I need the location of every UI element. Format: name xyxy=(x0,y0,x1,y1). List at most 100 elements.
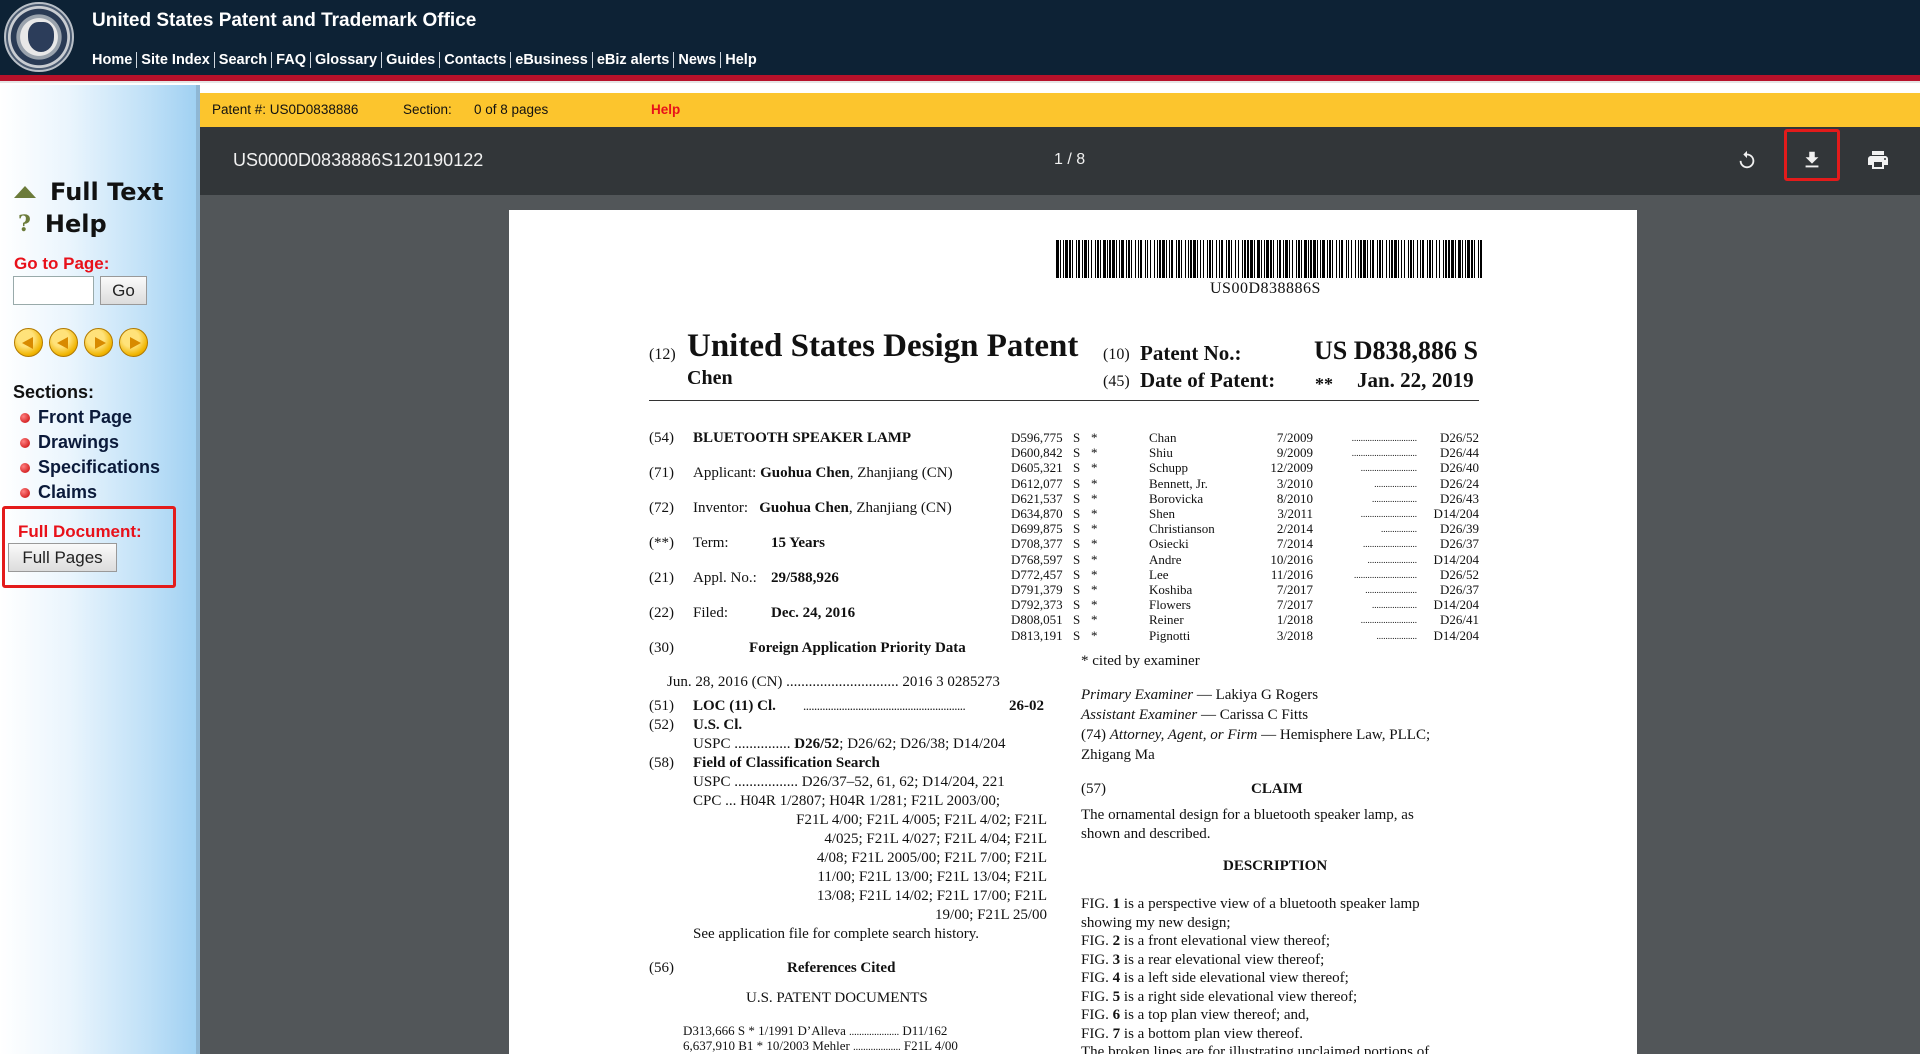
ref-class: D26/43 xyxy=(1440,490,1479,506)
patent-no-label: Patent No.: xyxy=(1140,341,1242,365)
ref-date: 1/2018 xyxy=(1276,612,1313,628)
ref-name: D’Alleva xyxy=(797,1023,846,1038)
nav-site-index[interactable]: Site Index xyxy=(141,52,215,68)
section-claims[interactable]: Claims xyxy=(20,480,160,505)
nav-search[interactable]: Search xyxy=(219,52,273,68)
last-page-arrow-icon[interactable] xyxy=(119,328,148,357)
ref-class: D26/44 xyxy=(1440,445,1479,461)
barcode-text: US00D838886S xyxy=(1210,280,1321,297)
ref-class: D14/204 xyxy=(1433,627,1480,643)
full-text-link[interactable]: Full Text xyxy=(14,178,164,206)
question-mark-icon: ? xyxy=(18,211,31,237)
uspto-seal-logo[interactable] xyxy=(4,2,74,72)
fig-prefix: The broken lines are for illustrating un… xyxy=(1081,1044,1430,1054)
page-counter: 1 / 8 xyxy=(1054,151,1086,168)
ref-kind: S xyxy=(1073,551,1081,567)
site-header: United States Patent and Trademark Offic… xyxy=(0,0,1920,75)
nav-glossary[interactable]: Glossary xyxy=(315,52,383,68)
nav-news[interactable]: News xyxy=(678,52,722,68)
inid-12: (12) xyxy=(649,346,676,363)
nav-ebusiness[interactable]: eBusiness xyxy=(515,52,593,68)
sidebar-help-label: Help xyxy=(44,210,107,238)
ref-date: 7/2017 xyxy=(1276,597,1313,613)
applicant-field: Applicant: Guohua Chen, Zhanjiang (CN) xyxy=(693,465,953,482)
nav-ebiz-alerts[interactable]: eBiz alerts xyxy=(597,52,675,68)
assistant-examiner-label: Assistant Examiner xyxy=(1081,707,1198,723)
section-drawings[interactable]: Drawings xyxy=(20,430,160,455)
ref-name: Reiner xyxy=(1149,612,1184,628)
fig-prefix: FIG. xyxy=(1081,1007,1113,1023)
section-specifications[interactable]: Specifications xyxy=(20,455,160,480)
ref-name: Shen xyxy=(1149,506,1175,521)
ref-number: D313,666 xyxy=(683,1023,735,1038)
ref-cited-mark: * xyxy=(1091,430,1098,445)
ref-dots: ......................... xyxy=(1360,615,1417,626)
previous-page-arrow-icon[interactable] xyxy=(49,328,78,357)
ref-dots: .................... xyxy=(1372,493,1417,504)
download-icon[interactable] xyxy=(1794,142,1830,178)
fig-prefix: FIG. xyxy=(1081,1025,1113,1042)
ref-dots: ......................... xyxy=(1360,509,1417,519)
patent-page: US00D838886S (12) United States Design P… xyxy=(509,210,1637,1054)
inventor-location: , Zhanjiang (CN) xyxy=(848,500,952,516)
ref-cited-mark: * xyxy=(1091,597,1098,613)
inid-71: (71) xyxy=(649,465,674,481)
ref-cited-mark: * xyxy=(756,1038,764,1053)
ref-cited-mark: * xyxy=(1091,612,1098,628)
ref-kind: S xyxy=(1073,536,1081,552)
date-stars: ** xyxy=(1315,374,1333,394)
appl-no-value: 29/588,926 xyxy=(771,570,839,586)
ref-date: 3/2011 xyxy=(1277,506,1313,521)
assistant-examiner-name: — Carissa C Fitts xyxy=(1197,707,1309,723)
ref-dots: .................... xyxy=(849,1027,900,1038)
print-icon[interactable] xyxy=(1860,142,1896,178)
term-label: Term: xyxy=(693,535,729,551)
ref-name: Chan xyxy=(1149,430,1177,445)
go-to-page-input[interactable] xyxy=(13,276,94,305)
inventor-label: Inventor: xyxy=(693,500,748,516)
fig-prefix: FIG. xyxy=(1081,970,1113,986)
ref-number: D612,077 xyxy=(1011,475,1063,491)
full-pages-button[interactable]: Full Pages xyxy=(8,543,117,572)
ref-name: Koshiba xyxy=(1149,582,1193,597)
fig-prefix: showing my new design; xyxy=(1081,914,1231,931)
ref-name: Shiu xyxy=(1149,445,1173,461)
nav-faq[interactable]: FAQ xyxy=(276,52,311,68)
loc-dots: ........................................… xyxy=(803,698,966,713)
ref-cited-mark: * xyxy=(1091,475,1098,491)
nav-guides[interactable]: Guides xyxy=(386,52,441,68)
applicant-name: Guohua Chen xyxy=(760,465,850,481)
attorney-value: — Hemisphere Law, PLLC; xyxy=(1257,727,1431,743)
figure-description-line: FIG. 2 is a front elevational view there… xyxy=(1081,933,1330,950)
ref-number: D621,537 xyxy=(1011,490,1063,506)
first-page-arrow-icon[interactable] xyxy=(14,328,43,357)
ref-date: 2/2014 xyxy=(1276,521,1313,537)
ref-number: D605,321 xyxy=(1011,460,1063,476)
rotate-icon[interactable] xyxy=(1729,142,1765,178)
field-search-title: Field of Classification Search xyxy=(693,755,880,771)
ref-number: D634,870 xyxy=(1011,506,1063,521)
ref-date: 7/2009 xyxy=(1276,430,1313,445)
nav-contacts[interactable]: Contacts xyxy=(444,52,512,68)
nav-help[interactable]: Help xyxy=(725,52,760,68)
field-search-line: 19/00; F21L 25/00 xyxy=(935,907,1047,923)
ref-name: Andre xyxy=(1149,551,1182,567)
go-button[interactable]: Go xyxy=(100,276,147,305)
ref-class: D26/24 xyxy=(1440,475,1479,491)
section-front-page[interactable]: Front Page xyxy=(20,405,160,430)
inid-10: (10) xyxy=(1103,346,1130,363)
filed-label: Filed: xyxy=(693,605,729,621)
inid-term: (**) xyxy=(649,535,674,551)
sidebar-help-link[interactable]: ? Help xyxy=(18,210,107,238)
next-page-arrow-icon[interactable] xyxy=(84,328,113,357)
inventor-name: Guohua Chen xyxy=(759,500,849,516)
fig-text: is a perspective view of a bluetooth spe… xyxy=(1120,896,1420,912)
ref-name: Flowers xyxy=(1149,597,1191,613)
inid-45: (45) xyxy=(1103,373,1130,390)
applicant-label: Applicant: xyxy=(693,465,757,481)
sections-label: Sections: xyxy=(13,382,95,402)
fig-text: is a right side elevational view thereof… xyxy=(1120,988,1358,1005)
infobar-help-link[interactable]: Help xyxy=(651,102,680,117)
nav-home[interactable]: Home xyxy=(92,52,138,68)
ref-name: Borovicka xyxy=(1149,490,1204,506)
